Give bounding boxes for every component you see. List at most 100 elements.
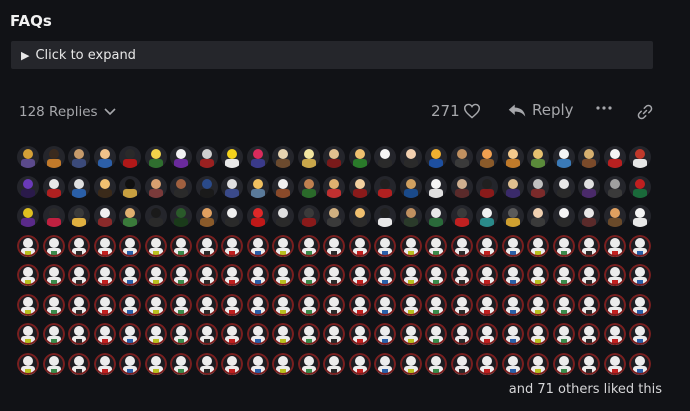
- liker-avatar[interactable]: [42, 323, 65, 345]
- liker-avatar[interactable]: [68, 175, 90, 198]
- liker-avatar[interactable]: [425, 323, 447, 345]
- liker-avatar[interactable]: [629, 293, 651, 316]
- liker-avatar[interactable]: [68, 146, 90, 168]
- liker-avatar[interactable]: [578, 264, 600, 286]
- liker-avatar[interactable]: [603, 323, 626, 345]
- liker-avatar[interactable]: [272, 146, 294, 168]
- liker-avatar[interactable]: [119, 323, 141, 345]
- liker-avatar[interactable]: [272, 264, 294, 286]
- liker-avatar[interactable]: [552, 234, 575, 257]
- liker-avatar[interactable]: [476, 205, 498, 227]
- liker-avatar[interactable]: [603, 175, 626, 198]
- liker-avatar[interactable]: [195, 293, 218, 316]
- liker-avatar[interactable]: [399, 146, 422, 168]
- liker-avatar[interactable]: [527, 293, 549, 316]
- liker-avatar[interactable]: [246, 234, 269, 257]
- liker-avatar[interactable]: [374, 264, 396, 286]
- liker-avatar[interactable]: [425, 293, 447, 316]
- liker-avatar[interactable]: [603, 352, 626, 375]
- liker-avatar[interactable]: [374, 293, 396, 316]
- liker-avatar[interactable]: [425, 352, 447, 375]
- liker-avatar[interactable]: [17, 205, 39, 227]
- liker-avatar[interactable]: [450, 234, 473, 257]
- liker-avatar[interactable]: [297, 205, 320, 227]
- liker-avatar[interactable]: [42, 352, 65, 375]
- liker-avatar[interactable]: [348, 146, 371, 168]
- liker-avatar[interactable]: [119, 352, 141, 375]
- liker-avatar[interactable]: [42, 175, 65, 198]
- liker-avatar[interactable]: [17, 234, 39, 257]
- liker-avatar[interactable]: [527, 264, 549, 286]
- liker-avatar[interactable]: [374, 146, 396, 168]
- liker-avatar[interactable]: [297, 293, 320, 316]
- liker-avatar[interactable]: [246, 264, 269, 286]
- liker-avatar[interactable]: [272, 352, 294, 375]
- liker-avatar[interactable]: [501, 352, 524, 375]
- liker-avatar[interactable]: [42, 146, 65, 168]
- liker-avatar[interactable]: [425, 234, 447, 257]
- liker-avatar[interactable]: [17, 293, 39, 316]
- liker-avatar[interactable]: [578, 205, 600, 227]
- liker-avatar[interactable]: [195, 234, 218, 257]
- liker-avatar[interactable]: [272, 323, 294, 345]
- liker-avatar[interactable]: [552, 205, 575, 227]
- liker-avatar[interactable]: [170, 293, 192, 316]
- faq-expander[interactable]: ▶ Click to expand: [11, 41, 653, 69]
- liker-avatar[interactable]: [221, 146, 243, 168]
- liker-avatar[interactable]: [374, 175, 396, 198]
- liker-avatar[interactable]: [629, 264, 651, 286]
- liker-avatar[interactable]: [501, 264, 524, 286]
- liker-avatar[interactable]: [552, 264, 575, 286]
- liker-avatar[interactable]: [17, 323, 39, 345]
- liker-avatar[interactable]: [323, 205, 345, 227]
- liker-avatar[interactable]: [42, 293, 65, 316]
- liker-avatar[interactable]: [272, 175, 294, 198]
- liker-avatar[interactable]: [578, 352, 600, 375]
- liker-avatar[interactable]: [68, 205, 90, 227]
- liker-avatar[interactable]: [246, 205, 269, 227]
- liker-avatar[interactable]: [93, 293, 116, 316]
- liker-avatar[interactable]: [68, 293, 90, 316]
- liker-avatar[interactable]: [297, 234, 320, 257]
- liker-avatar[interactable]: [399, 175, 422, 198]
- liker-avatar[interactable]: [221, 293, 243, 316]
- liker-avatar[interactable]: [348, 264, 371, 286]
- more-options-icon[interactable]: [596, 106, 612, 110]
- liker-avatar[interactable]: [17, 264, 39, 286]
- liker-avatar[interactable]: [119, 175, 141, 198]
- liker-avatar[interactable]: [170, 234, 192, 257]
- replies-toggle[interactable]: 128 Replies: [19, 104, 116, 120]
- liker-avatar[interactable]: [603, 293, 626, 316]
- liker-avatar[interactable]: [552, 293, 575, 316]
- liker-avatar[interactable]: [93, 146, 116, 168]
- likes-summary[interactable]: and 71 others liked this: [509, 382, 662, 397]
- liker-avatar[interactable]: [297, 146, 320, 168]
- liker-avatar[interactable]: [170, 205, 192, 227]
- liker-avatar[interactable]: [399, 234, 422, 257]
- liker-avatar[interactable]: [348, 205, 371, 227]
- liker-avatar[interactable]: [221, 264, 243, 286]
- liker-avatar[interactable]: [144, 205, 167, 227]
- liker-avatar[interactable]: [323, 293, 345, 316]
- liker-avatar[interactable]: [450, 205, 473, 227]
- liker-avatar[interactable]: [552, 175, 575, 198]
- liker-avatar[interactable]: [476, 323, 498, 345]
- liker-avatar[interactable]: [348, 293, 371, 316]
- liker-avatar[interactable]: [323, 234, 345, 257]
- liker-avatar[interactable]: [450, 352, 473, 375]
- liker-avatar[interactable]: [68, 234, 90, 257]
- liker-avatar[interactable]: [348, 234, 371, 257]
- liker-avatar[interactable]: [272, 234, 294, 257]
- liker-avatar[interactable]: [144, 175, 167, 198]
- liker-avatar[interactable]: [221, 234, 243, 257]
- liker-avatar[interactable]: [348, 323, 371, 345]
- liker-avatar[interactable]: [374, 323, 396, 345]
- reply-button[interactable]: Reply: [508, 101, 574, 119]
- liker-avatar[interactable]: [603, 264, 626, 286]
- liker-avatar[interactable]: [297, 264, 320, 286]
- liker-avatar[interactable]: [425, 264, 447, 286]
- liker-avatar[interactable]: [603, 234, 626, 257]
- liker-avatar[interactable]: [246, 323, 269, 345]
- liker-avatar[interactable]: [323, 146, 345, 168]
- liker-avatar[interactable]: [450, 175, 473, 198]
